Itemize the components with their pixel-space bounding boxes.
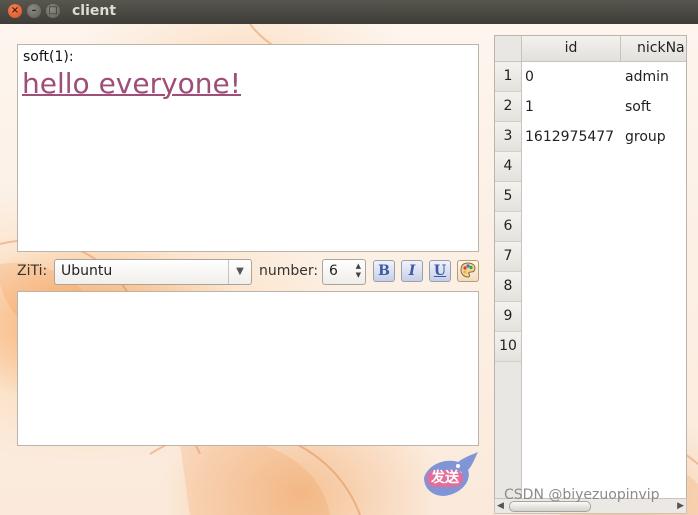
palette-icon xyxy=(460,262,476,278)
row-header[interactable]: 5 xyxy=(495,182,521,212)
send-button[interactable]: 发送 xyxy=(418,450,480,500)
table-cell-id[interactable]: 1612975477 xyxy=(525,122,614,152)
chat-display[interactable]: soft(1): hello everyone! xyxy=(17,44,479,252)
row-header[interactable]: 1 xyxy=(495,62,521,92)
table-cell-id[interactable]: 0 xyxy=(525,62,534,92)
send-label: 发送 xyxy=(427,470,463,487)
row-header[interactable]: 2 xyxy=(495,92,521,122)
underline-button[interactable]: U xyxy=(429,260,451,282)
table-corner[interactable] xyxy=(495,36,522,62)
table-cell-nickname[interactable]: soft xyxy=(625,92,651,122)
scroll-right-icon[interactable]: ▶ xyxy=(677,499,684,513)
row-header[interactable]: 3 xyxy=(495,122,521,152)
font-size-value: 6 xyxy=(329,263,338,279)
table-cell-nickname[interactable]: group xyxy=(625,122,666,152)
font-label: ZiTi: xyxy=(17,263,48,279)
scroll-left-icon[interactable]: ◀ xyxy=(497,499,504,513)
minimize-window-button[interactable]: – xyxy=(27,4,41,18)
close-window-button[interactable]: × xyxy=(8,4,22,18)
size-label: number: xyxy=(259,263,319,279)
table-cell-id[interactable]: 1 xyxy=(525,92,534,122)
color-button[interactable] xyxy=(457,260,479,282)
bold-button[interactable]: B xyxy=(373,260,395,282)
row-header[interactable]: 4 xyxy=(495,152,521,182)
row-header[interactable]: 10 xyxy=(495,332,521,362)
row-header[interactable]: 8 xyxy=(495,272,521,302)
row-header[interactable]: 6 xyxy=(495,212,521,242)
font-value: Ubuntu xyxy=(61,263,113,279)
message-sender: soft(1): xyxy=(23,49,74,65)
chevron-down-icon[interactable]: ▼ xyxy=(228,260,251,284)
message-input[interactable] xyxy=(17,291,479,446)
column-header-id[interactable]: id xyxy=(522,36,621,62)
window-title: client xyxy=(72,3,117,19)
font-size-spinbox[interactable]: 6 ▲ ▼ xyxy=(322,259,366,285)
message-text: hello everyone! xyxy=(22,67,241,100)
spin-arrows-icon[interactable]: ▲ ▼ xyxy=(356,262,361,280)
column-header-nickname[interactable]: nickNa xyxy=(621,36,686,62)
title-bar: × – □ client xyxy=(0,0,698,24)
italic-button[interactable]: I xyxy=(401,260,423,282)
row-header[interactable]: 7 xyxy=(495,242,521,272)
maximize-window-button[interactable]: □ xyxy=(46,4,60,18)
font-combobox[interactable]: Ubuntu ▼ xyxy=(54,259,252,285)
watermark: CSDN @biyezuopinvip xyxy=(504,487,660,503)
table-cell-nickname[interactable]: admin xyxy=(625,62,669,92)
row-header[interactable]: 9 xyxy=(495,302,521,332)
user-table[interactable]: id nickNa 1 2 3 4 5 6 7 8 9 10 0 admin 1… xyxy=(494,35,687,499)
